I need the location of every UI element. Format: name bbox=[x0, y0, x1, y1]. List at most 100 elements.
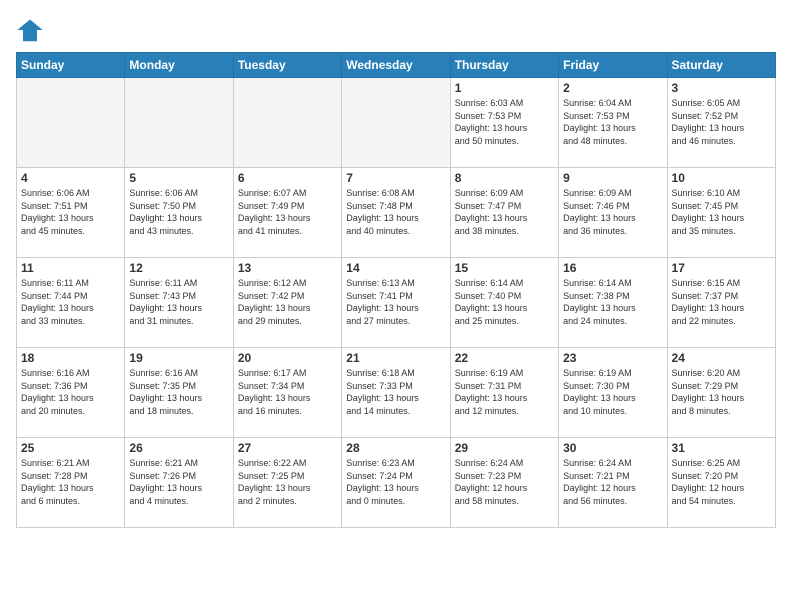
day-number: 1 bbox=[455, 81, 554, 95]
day-info: Sunrise: 6:17 AM Sunset: 7:34 PM Dayligh… bbox=[238, 367, 337, 417]
day-info: Sunrise: 6:24 AM Sunset: 7:23 PM Dayligh… bbox=[455, 457, 554, 507]
day-header-sunday: Sunday bbox=[17, 53, 125, 78]
day-header-monday: Monday bbox=[125, 53, 233, 78]
day-number: 5 bbox=[129, 171, 228, 185]
day-header-friday: Friday bbox=[559, 53, 667, 78]
day-info: Sunrise: 6:08 AM Sunset: 7:48 PM Dayligh… bbox=[346, 187, 445, 237]
calendar-cell: 29 Sunrise: 6:24 AM Sunset: 7:23 PM Dayli… bbox=[450, 438, 558, 528]
day-number: 21 bbox=[346, 351, 445, 365]
day-info: Sunrise: 6:23 AM Sunset: 7:24 PM Dayligh… bbox=[346, 457, 445, 507]
calendar-table: SundayMondayTuesdayWednesdayThursdayFrid… bbox=[16, 52, 776, 528]
calendar-cell: 28 Sunrise: 6:23 AM Sunset: 7:24 PM Dayli… bbox=[342, 438, 450, 528]
calendar-week-row: 18 Sunrise: 6:16 AM Sunset: 7:36 PM Dayli… bbox=[17, 348, 776, 438]
day-number: 4 bbox=[21, 171, 120, 185]
day-info: Sunrise: 6:04 AM Sunset: 7:53 PM Dayligh… bbox=[563, 97, 662, 147]
day-number: 26 bbox=[129, 441, 228, 455]
page-header bbox=[16, 16, 776, 44]
day-number: 24 bbox=[672, 351, 771, 365]
day-number: 13 bbox=[238, 261, 337, 275]
day-header-wednesday: Wednesday bbox=[342, 53, 450, 78]
day-number: 9 bbox=[563, 171, 662, 185]
calendar-cell: 16 Sunrise: 6:14 AM Sunset: 7:38 PM Dayli… bbox=[559, 258, 667, 348]
day-number: 12 bbox=[129, 261, 228, 275]
calendar-week-row: 1 Sunrise: 6:03 AM Sunset: 7:53 PM Daylig… bbox=[17, 78, 776, 168]
day-number: 15 bbox=[455, 261, 554, 275]
calendar-cell: 26 Sunrise: 6:21 AM Sunset: 7:26 PM Dayli… bbox=[125, 438, 233, 528]
day-number: 16 bbox=[563, 261, 662, 275]
day-info: Sunrise: 6:06 AM Sunset: 7:51 PM Dayligh… bbox=[21, 187, 120, 237]
day-info: Sunrise: 6:09 AM Sunset: 7:47 PM Dayligh… bbox=[455, 187, 554, 237]
day-number: 6 bbox=[238, 171, 337, 185]
day-info: Sunrise: 6:10 AM Sunset: 7:45 PM Dayligh… bbox=[672, 187, 771, 237]
day-number: 14 bbox=[346, 261, 445, 275]
day-info: Sunrise: 6:05 AM Sunset: 7:52 PM Dayligh… bbox=[672, 97, 771, 147]
calendar-cell bbox=[342, 78, 450, 168]
day-info: Sunrise: 6:19 AM Sunset: 7:30 PM Dayligh… bbox=[563, 367, 662, 417]
day-number: 7 bbox=[346, 171, 445, 185]
day-number: 11 bbox=[21, 261, 120, 275]
day-info: Sunrise: 6:16 AM Sunset: 7:35 PM Dayligh… bbox=[129, 367, 228, 417]
calendar-week-row: 11 Sunrise: 6:11 AM Sunset: 7:44 PM Dayli… bbox=[17, 258, 776, 348]
day-number: 2 bbox=[563, 81, 662, 95]
calendar-cell: 27 Sunrise: 6:22 AM Sunset: 7:25 PM Dayli… bbox=[233, 438, 341, 528]
day-info: Sunrise: 6:22 AM Sunset: 7:25 PM Dayligh… bbox=[238, 457, 337, 507]
day-info: Sunrise: 6:06 AM Sunset: 7:50 PM Dayligh… bbox=[129, 187, 228, 237]
day-info: Sunrise: 6:19 AM Sunset: 7:31 PM Dayligh… bbox=[455, 367, 554, 417]
day-number: 23 bbox=[563, 351, 662, 365]
calendar-week-row: 25 Sunrise: 6:21 AM Sunset: 7:28 PM Dayli… bbox=[17, 438, 776, 528]
day-number: 22 bbox=[455, 351, 554, 365]
calendar-cell: 10 Sunrise: 6:10 AM Sunset: 7:45 PM Dayli… bbox=[667, 168, 775, 258]
calendar-cell: 22 Sunrise: 6:19 AM Sunset: 7:31 PM Dayli… bbox=[450, 348, 558, 438]
day-number: 17 bbox=[672, 261, 771, 275]
calendar-cell: 7 Sunrise: 6:08 AM Sunset: 7:48 PM Daylig… bbox=[342, 168, 450, 258]
calendar-header-row: SundayMondayTuesdayWednesdayThursdayFrid… bbox=[17, 53, 776, 78]
calendar-cell: 9 Sunrise: 6:09 AM Sunset: 7:46 PM Daylig… bbox=[559, 168, 667, 258]
day-info: Sunrise: 6:14 AM Sunset: 7:38 PM Dayligh… bbox=[563, 277, 662, 327]
logo bbox=[16, 16, 48, 44]
day-number: 31 bbox=[672, 441, 771, 455]
day-number: 8 bbox=[455, 171, 554, 185]
calendar-cell: 30Sunrise: 6:24 AM Sunset: 7:21 PM Dayli… bbox=[559, 438, 667, 528]
day-number: 25 bbox=[21, 441, 120, 455]
calendar-cell: 2 Sunrise: 6:04 AM Sunset: 7:53 PM Daylig… bbox=[559, 78, 667, 168]
calendar-cell: 24Sunrise: 6:20 AM Sunset: 7:29 PM Dayli… bbox=[667, 348, 775, 438]
day-number: 30 bbox=[563, 441, 662, 455]
calendar-cell: 23 Sunrise: 6:19 AM Sunset: 7:30 PM Dayli… bbox=[559, 348, 667, 438]
calendar-cell bbox=[125, 78, 233, 168]
calendar-cell bbox=[17, 78, 125, 168]
calendar-cell: 13 Sunrise: 6:12 AM Sunset: 7:42 PM Dayli… bbox=[233, 258, 341, 348]
day-number: 3 bbox=[672, 81, 771, 95]
day-number: 18 bbox=[21, 351, 120, 365]
day-number: 27 bbox=[238, 441, 337, 455]
calendar-cell: 15 Sunrise: 6:14 AM Sunset: 7:40 PM Dayli… bbox=[450, 258, 558, 348]
calendar-cell: 25 Sunrise: 6:21 AM Sunset: 7:28 PM Dayli… bbox=[17, 438, 125, 528]
day-number: 29 bbox=[455, 441, 554, 455]
day-info: Sunrise: 6:21 AM Sunset: 7:28 PM Dayligh… bbox=[21, 457, 120, 507]
day-info: Sunrise: 6:09 AM Sunset: 7:46 PM Dayligh… bbox=[563, 187, 662, 237]
calendar-cell: 1 Sunrise: 6:03 AM Sunset: 7:53 PM Daylig… bbox=[450, 78, 558, 168]
day-info: Sunrise: 6:21 AM Sunset: 7:26 PM Dayligh… bbox=[129, 457, 228, 507]
calendar-cell: 8 Sunrise: 6:09 AM Sunset: 7:47 PM Daylig… bbox=[450, 168, 558, 258]
calendar-cell: 18 Sunrise: 6:16 AM Sunset: 7:36 PM Dayli… bbox=[17, 348, 125, 438]
day-number: 28 bbox=[346, 441, 445, 455]
logo-icon bbox=[16, 16, 44, 44]
calendar-cell: 17 Sunrise: 6:15 AM Sunset: 7:37 PM Dayli… bbox=[667, 258, 775, 348]
calendar-cell: 31 Sunrise: 6:25 AM Sunset: 7:20 PM Dayli… bbox=[667, 438, 775, 528]
day-info: Sunrise: 6:25 AM Sunset: 7:20 PM Dayligh… bbox=[672, 457, 771, 507]
day-info: Sunrise: 6:14 AM Sunset: 7:40 PM Dayligh… bbox=[455, 277, 554, 327]
calendar-cell: 11 Sunrise: 6:11 AM Sunset: 7:44 PM Dayli… bbox=[17, 258, 125, 348]
day-info: Sunrise: 6:12 AM Sunset: 7:42 PM Dayligh… bbox=[238, 277, 337, 327]
day-info: Sunrise: 6:16 AM Sunset: 7:36 PM Dayligh… bbox=[21, 367, 120, 417]
calendar-week-row: 4 Sunrise: 6:06 AM Sunset: 7:51 PM Daylig… bbox=[17, 168, 776, 258]
day-number: 19 bbox=[129, 351, 228, 365]
calendar-cell: 6 Sunrise: 6:07 AM Sunset: 7:49 PM Daylig… bbox=[233, 168, 341, 258]
calendar-cell: 21Sunrise: 6:18 AM Sunset: 7:33 PM Dayli… bbox=[342, 348, 450, 438]
day-info: Sunrise: 6:03 AM Sunset: 7:53 PM Dayligh… bbox=[455, 97, 554, 147]
day-info: Sunrise: 6:11 AM Sunset: 7:44 PM Dayligh… bbox=[21, 277, 120, 327]
day-number: 10 bbox=[672, 171, 771, 185]
day-info: Sunrise: 6:07 AM Sunset: 7:49 PM Dayligh… bbox=[238, 187, 337, 237]
calendar-cell: 3 Sunrise: 6:05 AM Sunset: 7:52 PM Daylig… bbox=[667, 78, 775, 168]
day-info: Sunrise: 6:15 AM Sunset: 7:37 PM Dayligh… bbox=[672, 277, 771, 327]
day-number: 20 bbox=[238, 351, 337, 365]
day-info: Sunrise: 6:13 AM Sunset: 7:41 PM Dayligh… bbox=[346, 277, 445, 327]
